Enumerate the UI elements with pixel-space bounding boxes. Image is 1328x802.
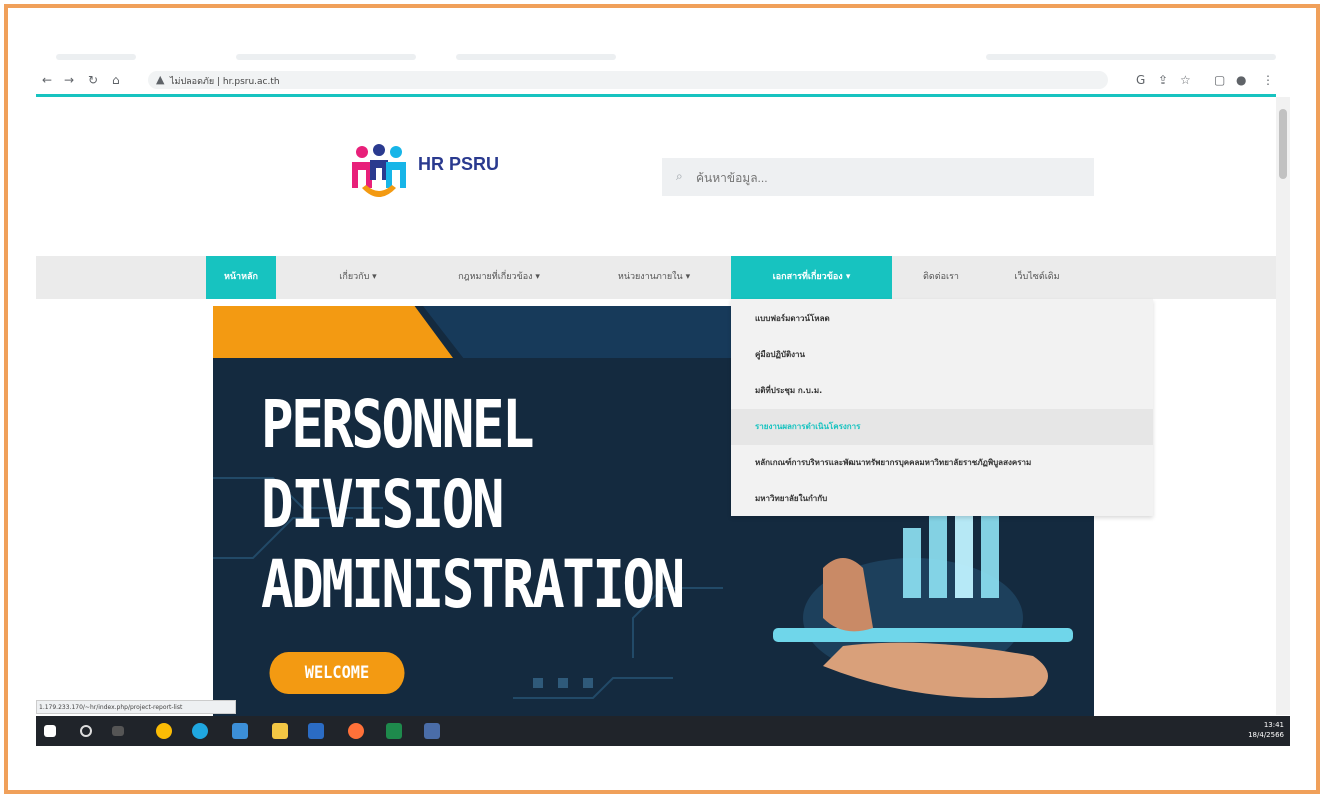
nav-old-site[interactable]: เว็บไซต์เดิม [992, 256, 1082, 299]
nav-about[interactable]: เกี่ยวกับ ▾ [308, 256, 408, 299]
site-logo[interactable]: HR PSRU [344, 142, 524, 206]
browser-tab-strip [36, 44, 1290, 68]
screenshot: ← → ↻ ⌂ ▲ ไม่ปลอดภัย | hr.psru.ac.th G ⇪… [36, 44, 1290, 746]
star-icon[interactable]: ☆ [1180, 73, 1191, 87]
sidepanel-icon[interactable]: ▢ [1214, 73, 1225, 87]
word-icon[interactable] [308, 723, 324, 739]
profile-avatar-icon[interactable]: ● [1236, 73, 1246, 87]
edge-icon[interactable] [192, 723, 208, 739]
documents-dropdown-menu: แบบฟอร์มดาวน์โหลด คู่มือปฏิบัติงาน มติที… [731, 299, 1153, 516]
nav-contact[interactable]: ติดต่อเรา [906, 256, 976, 299]
app-icon[interactable] [424, 723, 440, 739]
top-accent-line [36, 94, 1276, 97]
main-nav: หน้าหลัก เกี่ยวกับ ▾ กฎหมายที่เกี่ยวข้อง… [36, 256, 1276, 299]
menu-item-download-forms[interactable]: แบบฟอร์มดาวน์โหลด [731, 301, 1153, 337]
menu-icon[interactable]: ⋮ [1262, 73, 1274, 87]
chrome-icon[interactable] [156, 723, 172, 739]
windows-taskbar: 13:41 18/4/2566 [36, 716, 1290, 746]
file-explorer-icon[interactable] [272, 723, 288, 739]
banner-orange-stripe [213, 306, 453, 358]
home-icon[interactable]: ⌂ [112, 73, 120, 87]
warning-icon: ▲ [156, 73, 165, 86]
browser-tab[interactable] [456, 54, 616, 60]
browser-tab[interactable] [56, 54, 136, 60]
welcome-button[interactable]: WELCOME [269, 652, 405, 694]
search-input[interactable] [694, 166, 1078, 190]
hr-logo-icon [352, 144, 406, 197]
nav-laws[interactable]: กฎหมายที่เกี่ยวข้อง ▾ [424, 256, 574, 299]
banner-title-line: PERSONNEL [261, 386, 535, 463]
address-bar[interactable]: ▲ ไม่ปลอดภัย | hr.psru.ac.th [148, 71, 1108, 89]
menu-item-hr-criteria[interactable]: หลักเกณฑ์การบริหารและพัฒนาทรัพยากรบุคคลม… [731, 445, 1153, 481]
address-text: ไม่ปลอดภัย | hr.psru.ac.th [170, 77, 280, 87]
google-icon[interactable]: G [1136, 73, 1145, 87]
menu-item-autonomous-university[interactable]: มหาวิทยาลัยในกำกับ [731, 481, 1153, 517]
nav-documents[interactable]: เอกสารที่เกี่ยวข้อง ▾ [731, 256, 892, 299]
reload-icon[interactable]: ↻ [88, 73, 98, 87]
search-icon[interactable] [80, 725, 92, 737]
back-icon[interactable]: ← [42, 73, 52, 87]
menu-item-meeting-resolutions[interactable]: มติที่ประชุม ก.บ.ม. [731, 373, 1153, 409]
clock-date: 18/4/2566 [1248, 731, 1284, 739]
browser-tab[interactable] [236, 54, 416, 60]
banner-title-line: ADMINISTRATION [261, 546, 685, 623]
firefox-icon[interactable] [348, 723, 364, 739]
taskbar-clock[interactable]: 13:41 18/4/2566 [1248, 720, 1284, 740]
site-search[interactable]: ⌕ [662, 158, 1094, 196]
forward-icon[interactable]: → [64, 73, 74, 87]
nav-units[interactable]: หน่วยงานภายใน ▾ [592, 256, 716, 299]
page-scrollbar[interactable] [1276, 97, 1290, 715]
nav-home[interactable]: หน้าหลัก [206, 256, 276, 299]
banner-title-line: DIVISION [261, 466, 504, 543]
share-icon[interactable]: ⇪ [1158, 73, 1168, 87]
store-icon[interactable] [232, 723, 248, 739]
task-view-icon[interactable] [112, 726, 124, 736]
browser-toolbar: ← → ↻ ⌂ ▲ ไม่ปลอดภัย | hr.psru.ac.th G ⇪… [36, 68, 1290, 92]
excel-icon[interactable] [386, 723, 402, 739]
menu-item-manuals[interactable]: คู่มือปฏิบัติงาน [731, 337, 1153, 373]
menu-item-project-reports[interactable]: รายงานผลการดำเนินโครงการ [731, 409, 1153, 445]
link-preview-status: 1.179.233.170/~hr/index.php/project-repo… [36, 700, 236, 714]
browser-tab[interactable] [986, 54, 1276, 60]
search-icon: ⌕ [676, 169, 683, 183]
clock-time: 13:41 [1263, 721, 1284, 729]
scrollbar-thumb[interactable] [1279, 109, 1287, 179]
logo-text: HR PSRU [418, 154, 500, 174]
windows-start-icon[interactable] [44, 725, 56, 737]
